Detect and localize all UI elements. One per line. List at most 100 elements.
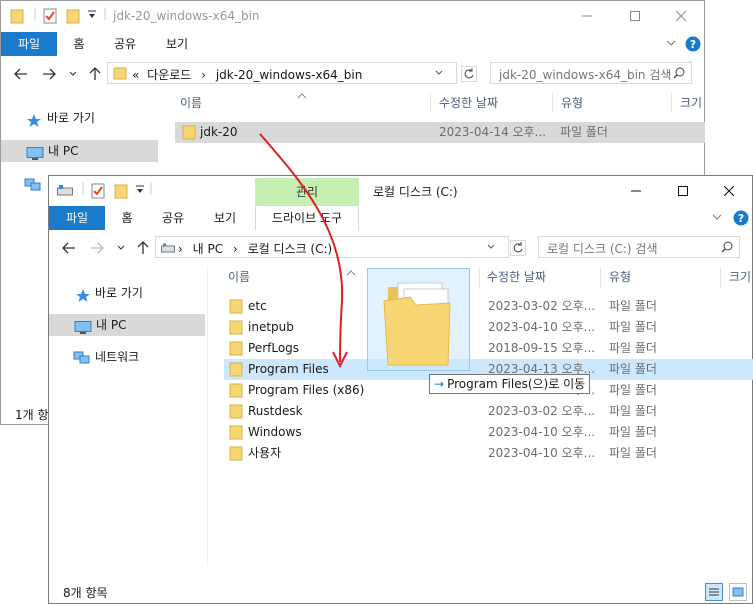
file-type: 파일 폴더 <box>609 383 657 397</box>
column-header-date[interactable]: 수정한 날짜 <box>487 265 546 289</box>
minimize-button[interactable] <box>564 1 610 31</box>
breadcrumb-separator-icon: › <box>201 68 206 82</box>
column-header-name[interactable]: 이름 <box>180 91 202 115</box>
tab-drive-tools[interactable]: 드라이브 도구 <box>255 206 359 230</box>
minimize-button[interactable] <box>613 176 659 206</box>
breadcrumb-downloads[interactable]: 다운로드 <box>147 68 191 82</box>
forward-arrow-icon[interactable] <box>41 65 57 83</box>
tab-share[interactable]: 공유 <box>153 206 193 230</box>
up-arrow-icon[interactable] <box>135 239 151 257</box>
file-type: 파일 폴더 <box>609 320 657 334</box>
column-divider[interactable] <box>671 93 672 113</box>
file-date: 2023-03-02 오후... <box>488 299 596 313</box>
column-header-date[interactable]: 수정한 날짜 <box>439 91 498 115</box>
expand-ribbon-icon[interactable] <box>665 37 677 52</box>
nav-quick-access[interactable]: 바로 가기 <box>23 107 158 129</box>
column-header-type[interactable]: 유형 <box>561 91 583 115</box>
file-name: 사용자 <box>248 446 282 460</box>
recent-locations-icon[interactable] <box>65 65 81 83</box>
new-folder-icon[interactable] <box>114 183 128 201</box>
column-divider[interactable] <box>552 93 553 113</box>
file-row-jdk-20[interactable]: jdk-20 2023-04-14 오후... 파일 폴더 <box>175 122 705 143</box>
folder-icon <box>10 8 24 26</box>
breadcrumb-local-disk[interactable]: 로컬 디스크 (C:) <box>248 242 333 256</box>
tab-home[interactable]: 홈 <box>63 32 95 56</box>
column-header-size[interactable]: 크기 <box>729 265 751 289</box>
search-input[interactable]: jdk-20_windows-x64_bin 검색 <box>490 62 692 84</box>
breadcrumb-overflow[interactable]: « <box>132 68 139 82</box>
breadcrumb-separator-icon: › <box>232 242 238 256</box>
separator: | <box>81 181 86 195</box>
tab-view[interactable]: 보기 <box>157 32 197 56</box>
tab-file[interactable]: 파일 <box>49 206 105 230</box>
details-view-button[interactable] <box>705 583 723 601</box>
file-type: 파일 폴더 <box>609 446 657 460</box>
column-header-type[interactable]: 유형 <box>609 265 631 289</box>
search-icon <box>673 67 685 82</box>
nav-label: 내 PC <box>96 318 127 332</box>
customize-qa-icon[interactable] <box>87 9 97 27</box>
pane-divider[interactable] <box>207 266 208 566</box>
file-type: 파일 폴더 <box>560 125 608 139</box>
this-pc-icon <box>26 145 44 167</box>
search-input[interactable]: 로컬 디스크 (C:) 검색 <box>538 236 740 258</box>
help-icon[interactable]: ? <box>685 36 701 55</box>
maximize-button[interactable] <box>660 176 706 206</box>
tab-view[interactable]: 보기 <box>205 206 245 230</box>
nav-quick-access[interactable]: 바로 가기 <box>71 282 206 304</box>
new-folder-icon[interactable] <box>66 8 80 26</box>
address-dropdown-icon[interactable] <box>434 67 444 81</box>
column-divider[interactable] <box>430 93 431 113</box>
nav-label: 네트워크 <box>95 350 140 364</box>
up-arrow-icon[interactable] <box>87 65 103 83</box>
refresh-icon[interactable] <box>461 66 477 85</box>
nav-this-pc[interactable]: 내 PC <box>49 314 205 336</box>
help-icon[interactable]: ? <box>733 210 749 229</box>
back-titlebar: | | jdk-20_windows-x64_bin <box>1 1 704 33</box>
file-row[interactable]: inetpub 2023-04-10 오후... 파일 폴더 <box>224 317 753 338</box>
tab-share[interactable]: 공유 <box>105 32 145 56</box>
window-title: jdk-20_windows-x64_bin <box>113 9 260 23</box>
file-row[interactable]: 사용자 2023-04-10 오후... 파일 폴더 <box>224 443 753 464</box>
address-bar[interactable]: › 내 PC › 로컬 디스크 (C:) <box>155 236 509 258</box>
file-row[interactable]: Windows 2023-04-10 오후... 파일 폴더 <box>224 422 753 443</box>
properties-icon[interactable] <box>43 8 57 26</box>
separator: | <box>103 6 108 20</box>
file-row[interactable]: Rustdesk 2023-03-02 오후... 파일 폴더 <box>224 401 753 422</box>
back-arrow-icon[interactable] <box>13 65 29 83</box>
column-header-row: 이름 수정한 날짜 유형 크기 <box>224 265 753 291</box>
file-date: 2018-09-15 오후... <box>488 341 596 355</box>
file-row[interactable]: PerfLogs 2018-09-15 오후... 파일 폴더 <box>224 338 753 359</box>
back-arrow-icon[interactable] <box>61 239 77 257</box>
window-title: 로컬 디스크 (C:) <box>373 185 458 199</box>
column-divider[interactable] <box>479 267 480 287</box>
close-button[interactable] <box>706 176 752 206</box>
column-header-size[interactable]: 크기 <box>680 91 702 115</box>
expand-ribbon-icon[interactable] <box>711 211 723 226</box>
breadcrumb-this-pc[interactable]: 내 PC <box>193 242 223 256</box>
nav-network[interactable]: 네트워크 <box>71 346 206 368</box>
customize-qa-icon[interactable] <box>135 184 145 202</box>
refresh-icon[interactable] <box>510 240 526 259</box>
forward-arrow-icon[interactable] <box>89 239 105 257</box>
file-row[interactable]: etc 2023-03-02 오후... 파일 폴더 <box>224 296 753 317</box>
address-dropdown-icon[interactable] <box>486 241 496 255</box>
large-icons-view-button[interactable] <box>729 583 747 601</box>
file-date: 2023-04-10 오후... <box>488 425 596 439</box>
nav-this-pc[interactable]: 내 PC <box>1 140 158 162</box>
breadcrumb: › 내 PC › 로컬 디스크 (C:) <box>178 240 332 257</box>
breadcrumb-jdk-folder[interactable]: jdk-20_windows-x64_bin <box>216 68 363 82</box>
column-divider[interactable] <box>720 267 721 287</box>
address-bar[interactable]: « 다운로드 › jdk-20_windows-x64_bin <box>107 62 457 84</box>
maximize-button[interactable] <box>612 1 658 31</box>
properties-icon[interactable] <box>91 183 105 201</box>
file-name: etc <box>248 299 267 313</box>
column-header-name[interactable]: 이름 <box>228 265 250 289</box>
tab-home[interactable]: 홈 <box>111 206 143 230</box>
column-divider[interactable] <box>600 267 601 287</box>
navigation-pane: 바로 가기 내 PC 네트워크 <box>49 282 207 372</box>
close-button[interactable] <box>658 1 704 31</box>
recent-locations-icon[interactable] <box>113 239 129 257</box>
ribbon-tabs: 파일 홈 공유 보기 드라이브 도구 ? <box>49 206 752 230</box>
tab-file[interactable]: 파일 <box>1 32 57 56</box>
